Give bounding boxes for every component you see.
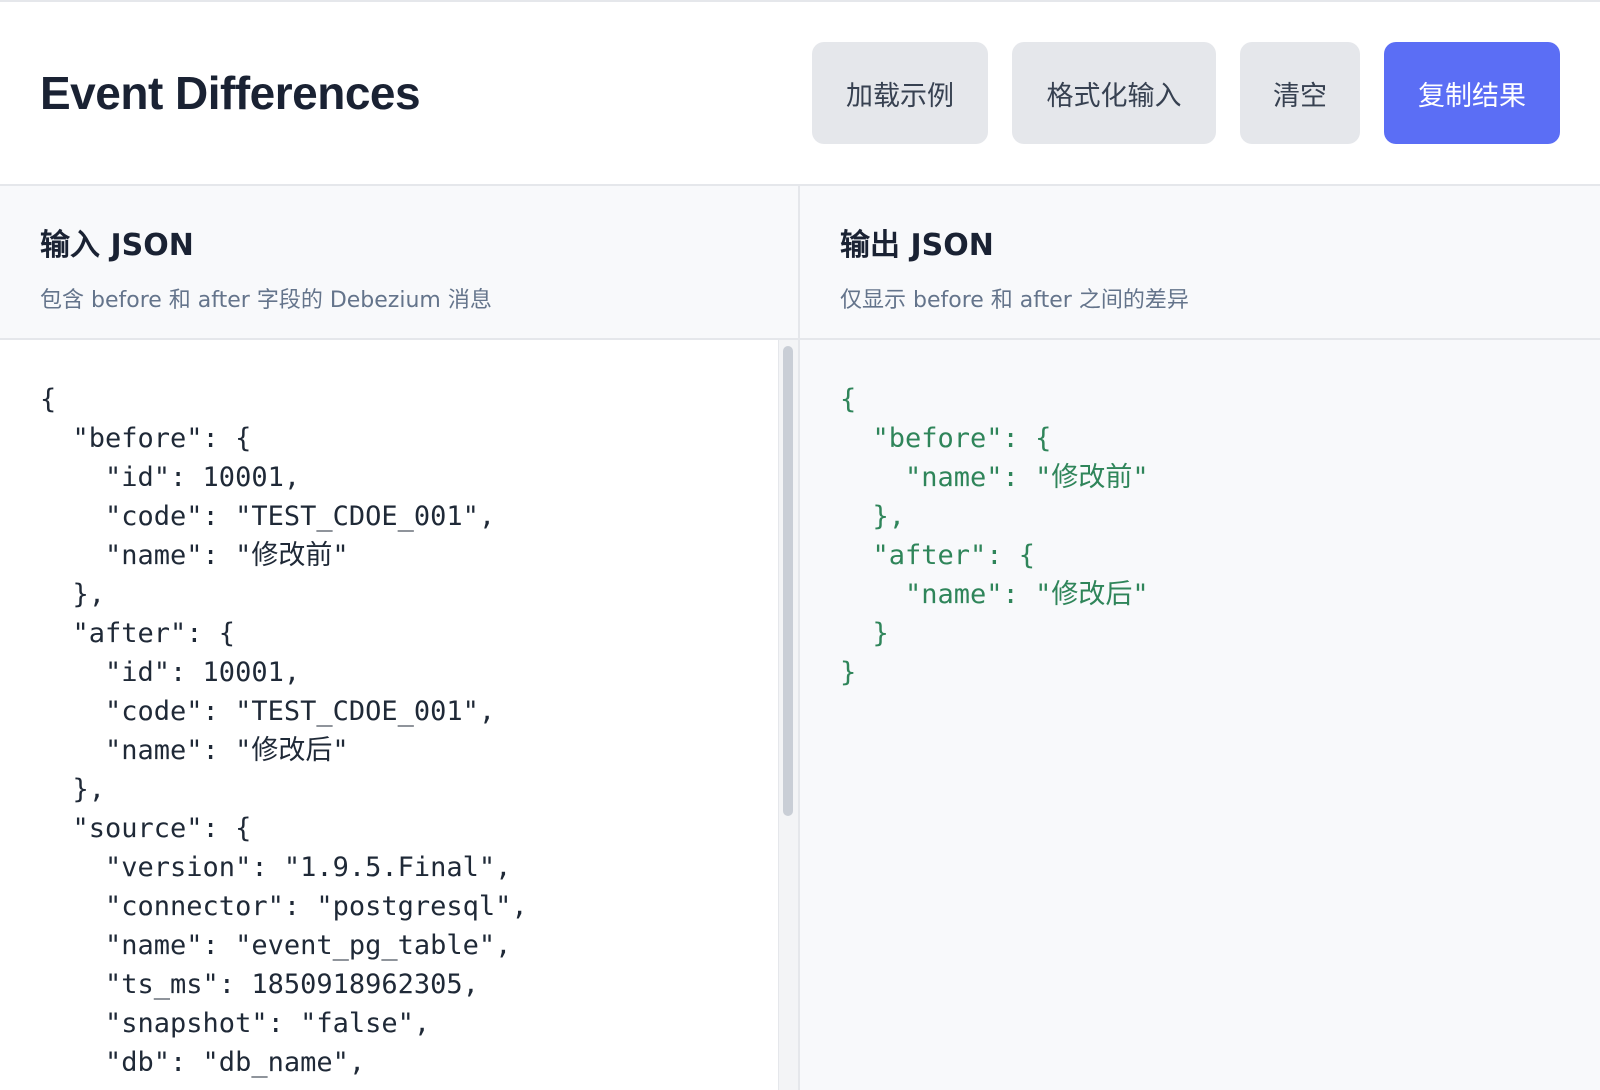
input-editor-container	[0, 340, 798, 1090]
input-scrollbar-thumb[interactable]	[783, 346, 793, 816]
input-json-editor[interactable]	[0, 340, 778, 1090]
copy-result-button[interactable]: 复制结果	[1384, 42, 1560, 144]
output-pane-subtitle: 仅显示 before 和 after 之间的差异	[840, 288, 1189, 313]
load-example-button[interactable]: 加载示例	[812, 42, 988, 144]
output-pane: 输出 JSON 仅显示 before 和 after 之间的差异 { "befo…	[800, 186, 1600, 1090]
toolbar: 加载示例 格式化输入 清空 复制结果	[812, 42, 1560, 144]
output-json-viewer: { "before": { "name": "修改前" }, "after": …	[840, 384, 1149, 688]
output-pane-header: 输出 JSON 仅显示 before 和 after 之间的差异	[800, 186, 1600, 340]
input-pane: 输入 JSON 包含 before 和 after 字段的 Debezium 消…	[0, 186, 800, 1090]
output-viewer-container: { "before": { "name": "修改前" }, "after": …	[800, 340, 1600, 1090]
output-pane-title: 输出 JSON	[840, 228, 994, 263]
clear-button[interactable]: 清空	[1240, 42, 1360, 144]
page-title: Event Differences	[40, 67, 421, 119]
panes-container: 输入 JSON 包含 before 和 after 字段的 Debezium 消…	[0, 186, 1600, 1090]
input-scrollbar[interactable]	[778, 340, 798, 1090]
input-pane-subtitle: 包含 before 和 after 字段的 Debezium 消息	[40, 288, 492, 313]
app-window: Event Differences 加载示例 格式化输入 清空 复制结果 输入 …	[0, 0, 1600, 1090]
top-header: Event Differences 加载示例 格式化输入 清空 复制结果	[0, 2, 1600, 186]
input-pane-title: 输入 JSON	[40, 228, 194, 263]
input-pane-header: 输入 JSON 包含 before 和 after 字段的 Debezium 消…	[0, 186, 798, 340]
format-input-button[interactable]: 格式化输入	[1012, 42, 1216, 144]
